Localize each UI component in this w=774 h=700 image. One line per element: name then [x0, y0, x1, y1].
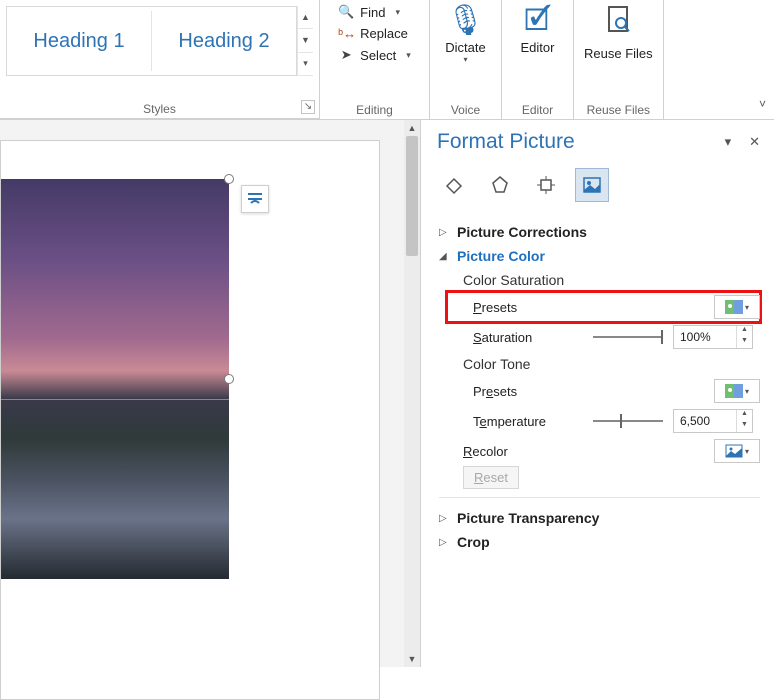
section-color[interactable]: ◢ Picture Color: [439, 244, 760, 268]
styles-group: Heading 1 Heading 2 ▲ ▼ ▾ Styles ↘: [0, 0, 320, 119]
saturation-presets-row: Presets ▾: [439, 292, 760, 322]
format-picture-pane: Format Picture ▾ ✕ ▷ Picture Corr: [420, 120, 774, 667]
pane-menu[interactable]: ▾: [725, 134, 732, 150]
editor-button[interactable]: Editor: [521, 40, 555, 55]
replace-icon: ᵇ↔: [338, 26, 354, 41]
recolor-row: Recolor ▾: [439, 436, 760, 466]
select-button[interactable]: ➤ Select ▾: [338, 47, 411, 63]
section-corrections[interactable]: ▷ Picture Corrections: [439, 220, 760, 244]
resize-handle[interactable]: [224, 174, 234, 184]
saturation-row: Saturation 100% ▲▼: [439, 322, 760, 352]
mic-icon[interactable]: 🎙: [446, 4, 484, 38]
saturation-input[interactable]: 100% ▲▼: [673, 325, 753, 349]
chevron-right-icon: ▷: [439, 227, 451, 238]
temperature-slider[interactable]: [593, 420, 663, 422]
temperature-label: Temperature: [473, 414, 583, 429]
styles-group-label: Styles: [0, 102, 319, 116]
scroll-up[interactable]: ▲: [404, 120, 420, 136]
vertical-scrollbar[interactable]: ▲ ▼: [404, 120, 420, 667]
style-scroll[interactable]: ▲ ▼ ▾: [297, 6, 313, 76]
style-heading1[interactable]: Heading 1: [7, 11, 152, 71]
preset-thumb-icon: [725, 383, 743, 399]
chevron-right-icon: ▷: [439, 537, 451, 548]
voice-group-label: Voice: [430, 103, 501, 117]
find-button[interactable]: 🔍 Find ▾: [338, 4, 411, 20]
reuse-group-label: Reuse Files: [574, 103, 663, 117]
picture-tab[interactable]: [575, 168, 609, 202]
temperature-input[interactable]: 6,500 ▲▼: [673, 409, 753, 433]
saturation-label: Saturation: [473, 330, 583, 345]
recolor-dropdown[interactable]: ▾: [714, 439, 760, 463]
tone-presets-dropdown[interactable]: ▾: [714, 379, 760, 403]
style-scroll-up[interactable]: ▲: [298, 6, 313, 29]
editor-group-label: Editor: [502, 103, 573, 117]
editing-group: 🔍 Find ▾ ᵇ↔ Replace ➤ Select ▾ Editing: [320, 0, 430, 119]
reuse-group: Reuse Files Reuse Files: [574, 0, 664, 119]
presets-label: Presets: [473, 300, 583, 315]
scroll-thumb[interactable]: [406, 136, 418, 256]
dictate-button[interactable]: Dictate: [445, 40, 485, 55]
saturation-slider[interactable]: [593, 336, 663, 338]
replace-button[interactable]: ᵇ↔ Replace: [338, 26, 411, 41]
ribbon-collapse[interactable]: ˅: [759, 97, 766, 111]
spin-down[interactable]: ▼: [737, 337, 752, 348]
chevron-right-icon: ▷: [439, 513, 451, 524]
style-scroll-more[interactable]: ▾: [298, 53, 313, 76]
editor-icon[interactable]: 🗹: [524, 4, 551, 38]
close-icon[interactable]: ✕: [749, 134, 760, 150]
layout-props-tab[interactable]: [529, 168, 563, 202]
style-heading2[interactable]: Heading 2: [152, 11, 296, 71]
section-crop[interactable]: ▷ Crop: [439, 530, 760, 554]
temperature-row: Temperature 6,500 ▲▼: [439, 406, 760, 436]
page: [0, 140, 380, 700]
pane-title: Format Picture: [437, 130, 575, 154]
spin-down[interactable]: ▼: [737, 421, 752, 432]
reuse-icon[interactable]: [602, 4, 634, 44]
resize-handle[interactable]: [224, 374, 234, 384]
cursor-icon: ➤: [338, 47, 354, 63]
effects-tab[interactable]: [483, 168, 517, 202]
layout-options-button[interactable]: [241, 185, 269, 213]
chevron-down-icon: ▾: [395, 7, 400, 18]
selected-picture[interactable]: [1, 179, 229, 579]
chevron-down-icon: ▾: [745, 303, 749, 312]
chevron-down-icon: ◢: [439, 251, 451, 262]
editing-group-label: Editing: [320, 103, 429, 117]
recolor-label: Recolor: [463, 444, 573, 459]
search-icon: 🔍: [338, 4, 354, 20]
scroll-down[interactable]: ▼: [404, 651, 420, 667]
styles-launcher[interactable]: ↘: [301, 100, 315, 114]
preset-thumb-icon: [725, 299, 743, 315]
tone-presets-row: Presets ▾: [439, 376, 760, 406]
picture-icon: [725, 443, 743, 459]
chevron-down-icon: ▾: [745, 387, 749, 396]
reuse-button[interactable]: Reuse Files: [584, 46, 653, 61]
chevron-down-icon: ▾: [406, 50, 411, 61]
fill-line-tab[interactable]: [437, 168, 471, 202]
style-gallery[interactable]: Heading 1 Heading 2: [6, 6, 297, 76]
color-tone-header: Color Tone: [439, 352, 760, 376]
document-area: ▲ ▼: [0, 120, 420, 667]
chevron-down-icon: ▾: [745, 447, 749, 456]
spin-up[interactable]: ▲: [737, 326, 752, 337]
saturation-presets-dropdown[interactable]: ▾: [714, 295, 760, 319]
section-transparency[interactable]: ▷ Picture Transparency: [439, 506, 760, 530]
color-saturation-header: Color Saturation: [439, 268, 760, 292]
dictate-group: 🎙 Dictate ▾ Voice: [430, 0, 502, 119]
style-scroll-down[interactable]: ▼: [298, 29, 313, 52]
tone-presets-label: Presets: [473, 384, 583, 399]
editor-group: 🗹 Editor Editor: [502, 0, 574, 119]
spin-up[interactable]: ▲: [737, 410, 752, 421]
reset-button[interactable]: Reset: [463, 466, 519, 489]
